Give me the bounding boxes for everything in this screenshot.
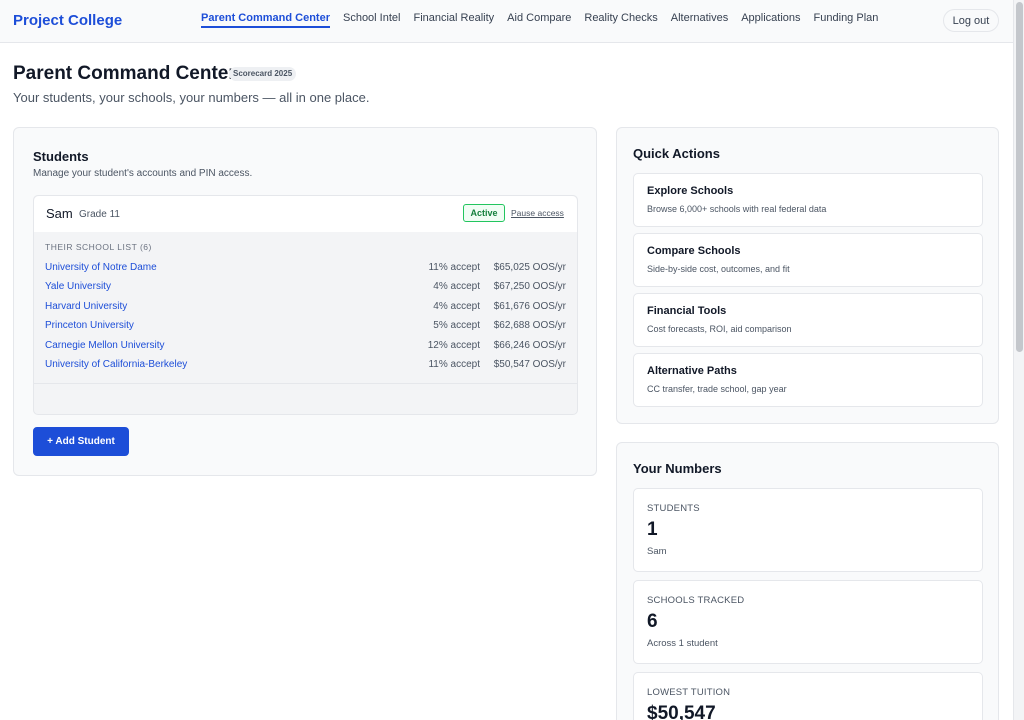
action-title: Compare Schools <box>647 245 741 257</box>
page-title: Parent Command Center <box>13 63 236 84</box>
nav-reality-checks[interactable]: Reality Checks <box>584 12 657 28</box>
oos-cost: $61,676 OOS/yr <box>493 301 566 312</box>
scrollbar-thumb[interactable] <box>1016 2 1023 352</box>
student-name: Sam <box>46 206 73 221</box>
school-row: Princeton University 5% accept $62,688 O… <box>45 320 566 336</box>
logout-button[interactable]: Log out <box>943 9 999 32</box>
brand-logo[interactable]: Project College <box>13 12 122 29</box>
school-link[interactable]: University of California-Berkeley <box>45 359 187 370</box>
stat-schools-tracked: SCHOOLS TRACKED 6 Across 1 student <box>633 580 983 664</box>
action-description: Side-by-side cost, outcomes, and fit <box>647 264 790 274</box>
action-compare-schools[interactable]: Compare Schools Side-by-side cost, outco… <box>633 233 983 287</box>
stat-label: LOWEST TUITION <box>647 687 731 698</box>
action-alternative-paths[interactable]: Alternative Paths CC transfer, trade sch… <box>633 353 983 407</box>
oos-cost: $67,250 OOS/yr <box>493 281 566 292</box>
page-scrollbar[interactable] <box>1013 0 1024 720</box>
nav-financial-reality[interactable]: Financial Reality <box>413 12 494 28</box>
nav-aid-compare[interactable]: Aid Compare <box>507 12 571 28</box>
oos-cost: $66,246 OOS/yr <box>493 340 566 351</box>
stat-note: Sam <box>647 546 667 557</box>
stat-value: $50,547 <box>647 703 716 720</box>
student-panel: Sam Grade 11 Active Pause access THEIR S… <box>33 195 578 415</box>
school-link[interactable]: Yale University <box>45 281 111 292</box>
action-explore-schools[interactable]: Explore Schools Browse 6,000+ schools wi… <box>633 173 983 227</box>
action-description: Browse 6,000+ schools with real federal … <box>647 204 827 214</box>
action-title: Explore Schools <box>647 185 734 197</box>
school-link[interactable]: Harvard University <box>45 301 127 312</box>
main-nav: Parent Command Center School Intel Finan… <box>201 12 891 28</box>
nav-school-intel[interactable]: School Intel <box>343 12 400 28</box>
students-subtitle: Manage your student's accounts and PIN a… <box>33 168 253 179</box>
page-subtitle: Your students, your schools, your number… <box>13 90 370 105</box>
action-description: Cost forecasts, ROI, aid comparison <box>647 324 792 334</box>
school-link[interactable]: University of Notre Dame <box>45 262 157 273</box>
action-title: Financial Tools <box>647 305 727 317</box>
student-header: Sam Grade 11 Active Pause access <box>34 196 577 232</box>
school-link[interactable]: Carnegie Mellon University <box>45 340 165 351</box>
action-title: Alternative Paths <box>647 365 737 377</box>
students-title: Students <box>33 149 89 164</box>
your-numbers-card: Your Numbers STUDENTS 1 Sam SCHOOLS TRAC… <box>616 442 999 720</box>
status-badge: Active <box>463 204 505 222</box>
nav-applications[interactable]: Applications <box>741 12 800 28</box>
scorecard-badge: Scorecard 2025 <box>229 67 297 81</box>
nav-parent-command-center[interactable]: Parent Command Center <box>201 12 330 28</box>
students-card: Students Manage your student's accounts … <box>13 127 597 476</box>
panel-divider <box>34 383 577 384</box>
top-navbar: Project College Parent Command Center Sc… <box>0 0 1013 43</box>
stat-note: Across 1 student <box>647 638 718 649</box>
oos-cost: $50,547 OOS/yr <box>493 359 566 370</box>
stat-value: 6 <box>647 611 658 632</box>
school-row: Yale University 4% accept $67,250 OOS/yr <box>45 281 566 297</box>
acceptance-rate: 11% accept <box>428 359 480 370</box>
nav-alternatives[interactable]: Alternatives <box>671 12 728 28</box>
school-link[interactable]: Princeton University <box>45 320 134 331</box>
school-row: Harvard University 4% accept $61,676 OOS… <box>45 301 566 317</box>
acceptance-rate: 5% accept <box>433 320 480 331</box>
acceptance-rate: 4% accept <box>433 281 480 292</box>
nav-funding-plan[interactable]: Funding Plan <box>814 12 879 28</box>
acceptance-rate: 11% accept <box>428 262 480 273</box>
quick-actions-card: Quick Actions Explore Schools Browse 6,0… <box>616 127 999 424</box>
quick-actions-title: Quick Actions <box>633 146 720 161</box>
pause-access-link[interactable]: Pause access <box>511 208 564 218</box>
stat-value: 1 <box>647 519 658 540</box>
school-row: University of Notre Dame 11% accept $65,… <box>45 262 566 278</box>
stat-lowest-tuition: LOWEST TUITION $50,547 <box>633 672 983 720</box>
stat-students: STUDENTS 1 Sam <box>633 488 983 572</box>
school-list-label: THEIR SCHOOL LIST (6) <box>45 242 152 252</box>
oos-cost: $65,025 OOS/yr <box>493 262 566 273</box>
action-description: CC transfer, trade school, gap year <box>647 384 787 394</box>
acceptance-rate: 12% accept <box>427 340 480 351</box>
oos-cost: $62,688 OOS/yr <box>493 320 566 331</box>
your-numbers-title: Your Numbers <box>633 461 722 476</box>
stat-label: STUDENTS <box>647 503 700 514</box>
stat-label: SCHOOLS TRACKED <box>647 595 745 606</box>
student-grade: Grade 11 <box>79 209 120 220</box>
school-row: Carnegie Mellon University 12% accept $6… <box>45 340 566 356</box>
add-student-button[interactable]: + Add Student <box>33 427 129 456</box>
acceptance-rate: 4% accept <box>433 301 480 312</box>
action-financial-tools[interactable]: Financial Tools Cost forecasts, ROI, aid… <box>633 293 983 347</box>
school-row: University of California-Berkeley 11% ac… <box>45 359 566 375</box>
